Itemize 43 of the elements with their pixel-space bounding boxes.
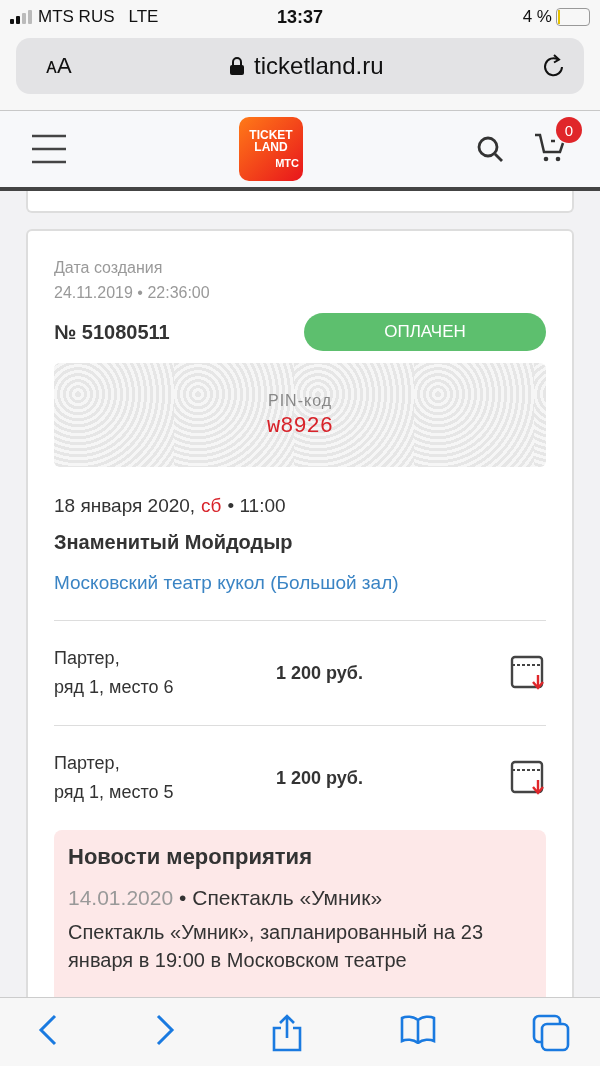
- pin-label: PIN-код: [267, 391, 333, 410]
- news-heading: Новости мероприятия: [68, 844, 313, 870]
- forward-icon[interactable]: [154, 1014, 175, 1046]
- pin-code: w8926: [267, 413, 333, 439]
- ticket-download-icon[interactable]: [510, 760, 546, 796]
- news-title: • Спектакль «Умник»: [179, 886, 383, 910]
- signal-icon: [10, 10, 32, 24]
- share-icon[interactable]: [271, 1014, 303, 1052]
- created-date: 24.11.2019 • 22:36:00: [54, 283, 211, 303]
- cart-count-badge: 0: [556, 117, 582, 143]
- ticket-section: Партер,: [54, 753, 276, 774]
- battery-icon: [556, 8, 590, 26]
- ticket-seat: ряд 1, место 5: [54, 782, 276, 803]
- tabs-icon[interactable]: [532, 1014, 570, 1052]
- clock: 13:37: [276, 6, 323, 28]
- ticket-section: Партер,: [54, 648, 276, 669]
- ticket-seat: ряд 1, место 6: [54, 677, 276, 698]
- event-time: • 11:00: [227, 495, 286, 517]
- url-text: ticketland.ru: [254, 52, 384, 80]
- back-icon[interactable]: [38, 1014, 58, 1046]
- reload-icon[interactable]: [542, 53, 566, 79]
- event-date: 18 января 2020,: [54, 495, 196, 517]
- created-label: Дата создания: [54, 258, 164, 278]
- lock-icon: [230, 57, 245, 75]
- venue-link[interactable]: Московский театр кукол (Большой зал): [54, 572, 546, 594]
- address-bar[interactable]: ᴀA ticketland.ru: [16, 38, 584, 94]
- event-weekday: сб: [201, 495, 222, 517]
- event-title: Знаменитый Мойдодыр: [54, 531, 294, 554]
- text-size-button[interactable]: ᴀA: [46, 53, 72, 79]
- news-text: Спектакль «Умник», запланированный на 23 января в 19:00 в Московском театре: [68, 920, 484, 973]
- news-date: 14.01.2020: [68, 886, 174, 910]
- ticket-price: 1 200 руб.: [276, 767, 364, 789]
- logo[interactable]: TICKET LAND МТС: [239, 117, 303, 181]
- order-number: № 51080511: [54, 320, 170, 344]
- status-badge: ОПЛАЧЕН: [304, 313, 546, 351]
- network-type: LTE: [128, 7, 159, 27]
- carrier-name: MTS RUS: [38, 7, 115, 27]
- battery-percent: 4 %: [522, 7, 552, 27]
- ticket-price: 1 200 руб.: [276, 662, 364, 684]
- ticket-download-icon[interactable]: [510, 655, 546, 691]
- menu-icon[interactable]: [32, 134, 66, 164]
- search-icon[interactable]: [476, 135, 504, 163]
- book-icon[interactable]: [399, 1014, 436, 1044]
